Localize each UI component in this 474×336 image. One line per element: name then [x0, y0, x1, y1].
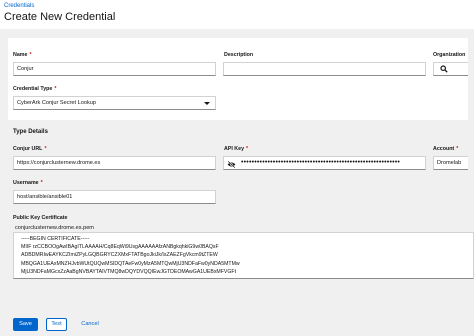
conjur-url-field[interactable]: https://conjurclusternew.drome.es — [13, 156, 216, 170]
required-marker: * — [456, 146, 459, 152]
caret-down-icon — [204, 102, 210, 105]
username-label: Username * — [13, 180, 43, 186]
conjur-url-value: https://conjurclusternew.drome.es — [17, 160, 101, 166]
conjur-url-label-text: Conjur URL — [13, 146, 43, 152]
name-label: Name * — [13, 52, 32, 58]
type-details-title: Type Details — [13, 129, 48, 135]
api-key-masked-value: ••••••••••••••••••••••••••••••••••••••••… — [241, 159, 401, 166]
account-field[interactable]: Dromelab — [433, 156, 468, 170]
description-label: Description — [224, 52, 254, 58]
api-key-label-text: API Key — [224, 146, 245, 152]
name-field[interactable]: Conjur — [13, 62, 216, 76]
api-key-label: API Key * — [224, 146, 248, 152]
account-label-text: Account — [433, 146, 455, 152]
public-key-certificate-filename: conjurclusternew.drome.es.pem — [15, 225, 94, 231]
name-field-value: Conjur — [17, 66, 34, 72]
type-details-section: Type Details Conjur URL * https://conjurc… — [8, 120, 468, 336]
public-key-certificate-label: Public Key Certificate — [13, 215, 68, 221]
public-key-certificate-textarea[interactable]: -----BEGIN CERTIFICATE----- MIIF rzCCBOO… — [13, 232, 474, 279]
api-key-field[interactable]: ••••••••••••••••••••••••••••••••••••••••… — [223, 156, 426, 170]
search-icon[interactable] — [440, 65, 448, 75]
name-label-text: Name — [13, 52, 28, 58]
test-button[interactable]: Test — [46, 318, 67, 331]
credential-type-selected: CyberArk Conjur Secret Lookup — [17, 100, 96, 106]
description-field[interactable] — [223, 62, 426, 76]
username-field[interactable]: host/ansible/ansible01 — [13, 190, 216, 204]
username-value: host/ansible/ansible01 — [17, 194, 73, 200]
save-button[interactable]: Save — [13, 318, 38, 331]
required-marker: * — [246, 146, 249, 152]
credential-type-label: Credential Type * — [13, 86, 56, 92]
username-label-text: Username — [13, 180, 39, 186]
account-value: Dromelab — [437, 160, 462, 166]
required-marker: * — [40, 180, 43, 186]
organization-label: Organization — [433, 52, 466, 58]
credential-form-card: Name * Conjur Description Organization Cr… — [8, 38, 474, 336]
page-header: Credentials Create New Credential — [0, 0, 474, 29]
required-marker: * — [44, 146, 47, 152]
conjur-url-label: Conjur URL * — [13, 146, 47, 152]
required-marker: * — [29, 52, 32, 58]
cancel-button[interactable]: Cancel — [79, 318, 101, 331]
account-label: Account * — [433, 146, 458, 152]
eye-slash-icon[interactable] — [225, 158, 238, 169]
organization-lookup[interactable] — [433, 62, 468, 76]
breadcrumb-credentials[interactable]: Credentials — [4, 3, 34, 9]
page-title: Create New Credential — [4, 11, 116, 23]
required-marker: * — [54, 86, 57, 92]
credential-type-label-text: Credential Type — [13, 86, 53, 92]
credential-type-select[interactable]: CyberArk Conjur Secret Lookup — [13, 96, 216, 110]
